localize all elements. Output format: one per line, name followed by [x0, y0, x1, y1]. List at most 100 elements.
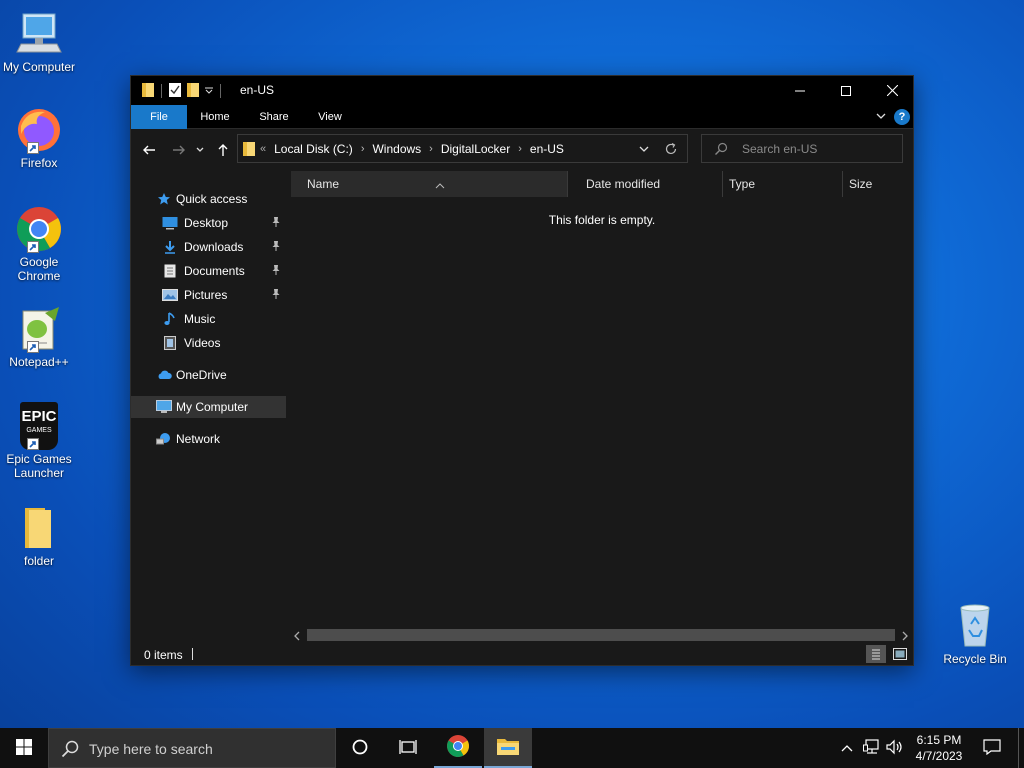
sidebar-item-documents[interactable]: Documents	[131, 260, 286, 282]
breadcrumb-local-disk[interactable]: Local Disk (C:)	[274, 142, 353, 156]
desktop-icon-recycle-bin[interactable]: Recycle Bin	[938, 602, 1012, 666]
desktop-icon-google-chrome[interactable]: Google Chrome	[2, 205, 76, 283]
address-bar[interactable]: « Local Disk (C:) › Windows › DigitalLoc…	[237, 134, 688, 163]
scrollbar-thumb[interactable]	[307, 629, 895, 641]
help-button[interactable]: ?	[894, 109, 910, 125]
pin-icon[interactable]	[271, 264, 281, 279]
close-button[interactable]	[869, 76, 915, 105]
status-divider	[192, 648, 193, 660]
notepad-plus-plus-icon	[15, 305, 63, 353]
customize-toolbar-icon[interactable]	[204, 84, 214, 98]
sidebar-item-quick-access[interactable]: Quick access	[131, 188, 286, 210]
breadcrumb-digitallocker[interactable]: DigitalLocker	[441, 142, 510, 156]
chrome-icon	[446, 734, 470, 761]
pin-icon[interactable]	[271, 216, 281, 231]
sidebar-item-videos[interactable]: Videos	[131, 332, 286, 354]
cortana-button[interactable]	[336, 728, 384, 768]
minimize-button[interactable]	[777, 76, 823, 105]
scroll-left-arrow-icon[interactable]	[293, 630, 301, 644]
tab-file[interactable]: File	[131, 105, 187, 129]
taskbar-clock[interactable]: 6:15 PM 4/7/2023	[910, 732, 968, 764]
desktop-icon-epic-games-launcher[interactable]: EPIC GAMES Epic Games Launcher	[2, 402, 76, 480]
desktop-icon-notepad-plus-plus[interactable]: Notepad++	[2, 305, 76, 369]
taskbar-search-box[interactable]: Type here to search	[48, 728, 336, 768]
navigation-pane: Quick access Desktop Downloads Documents…	[131, 171, 289, 649]
maximize-button[interactable]	[823, 76, 869, 105]
desktop-icon-firefox[interactable]: Firefox	[2, 106, 76, 170]
epic-logo: EPIC GAMES	[20, 402, 58, 450]
epic-games-icon: EPIC GAMES	[15, 402, 63, 450]
windows-logo-icon	[16, 738, 32, 758]
search-input[interactable]: Search en-US	[742, 142, 817, 156]
breadcrumb-separator[interactable]: ›	[518, 143, 522, 155]
search-box[interactable]: Search en-US	[701, 134, 903, 163]
desktop-icon-my-computer[interactable]: My Computer	[2, 10, 76, 74]
expand-ribbon-chevron-icon[interactable]	[875, 110, 887, 125]
tab-home[interactable]: Home	[189, 105, 241, 129]
address-history-chevron-icon[interactable]	[638, 143, 650, 158]
details-view-button[interactable]	[866, 645, 886, 663]
sidebar-item-pictures[interactable]: Pictures	[131, 284, 286, 306]
column-header-name[interactable]: Name	[291, 171, 567, 197]
desktop-icon-folder[interactable]: folder	[2, 504, 76, 568]
document-icon	[161, 262, 179, 280]
volume-button[interactable]	[884, 728, 906, 768]
network-ethernet-icon	[863, 738, 881, 758]
breadcrumb-windows[interactable]: Windows	[372, 142, 421, 156]
horizontal-scrollbar[interactable]	[291, 627, 913, 643]
pin-icon[interactable]	[271, 240, 281, 255]
recent-locations-button[interactable]	[193, 140, 207, 160]
breadcrumb-separator[interactable]: ›	[429, 143, 433, 155]
taskbar-chrome[interactable]	[434, 728, 482, 768]
folder-icon	[242, 141, 256, 160]
properties-icon[interactable]	[168, 82, 182, 101]
taskbar-search-input[interactable]: Type here to search	[89, 741, 213, 757]
sidebar-item-label: Downloads	[184, 240, 244, 254]
window-title: en-US	[240, 83, 275, 97]
network-status-button[interactable]	[860, 728, 884, 768]
breadcrumb-overflow[interactable]: «	[260, 143, 266, 155]
sidebar-item-network[interactable]: Network	[131, 428, 286, 450]
sidebar-item-label: My Computer	[176, 400, 249, 414]
start-button[interactable]	[0, 728, 48, 768]
sidebar-item-music[interactable]: Music	[131, 308, 286, 330]
column-header-label: Type	[729, 177, 756, 191]
tab-view[interactable]: View	[307, 105, 353, 129]
scroll-right-arrow-icon[interactable]	[901, 630, 909, 644]
pin-icon[interactable]	[271, 288, 281, 303]
large-icons-view-button[interactable]	[890, 645, 910, 663]
back-button[interactable]	[139, 140, 159, 160]
sidebar-item-downloads[interactable]: Downloads	[131, 236, 286, 258]
computer-icon	[155, 398, 173, 416]
status-bar: 0 items	[131, 643, 913, 665]
folder-icon	[141, 82, 155, 101]
desktop-icon-label: folder	[23, 554, 55, 568]
sidebar-item-desktop[interactable]: Desktop	[131, 212, 286, 234]
sidebar-item-my-computer[interactable]: My Computer	[131, 396, 286, 418]
show-desktop-button[interactable]	[1018, 728, 1024, 768]
item-count: 0 items	[144, 648, 183, 662]
up-button[interactable]	[213, 140, 233, 160]
breadcrumb-en-us[interactable]: en-US	[530, 142, 564, 156]
show-hidden-icons-button[interactable]	[836, 728, 858, 768]
column-header-label: Date modified	[586, 177, 661, 191]
action-center-button[interactable]	[978, 728, 1006, 768]
refresh-icon[interactable]	[664, 142, 678, 159]
tab-share[interactable]: Share	[249, 105, 299, 129]
video-film-icon	[161, 334, 179, 352]
column-header-date-modified[interactable]: Date modified	[567, 171, 722, 197]
sidebar-item-label: OneDrive	[176, 368, 227, 382]
recycle-bin-icon	[951, 602, 999, 650]
sidebar-item-onedrive[interactable]: OneDrive	[131, 364, 286, 386]
forward-button[interactable]	[169, 140, 189, 160]
network-icon	[155, 430, 173, 448]
task-view-button[interactable]	[384, 728, 432, 768]
file-list[interactable]: Name Date modified Type Size This folder…	[291, 171, 913, 649]
column-header-type[interactable]: Type	[722, 171, 842, 197]
breadcrumb-separator[interactable]: ›	[361, 143, 365, 155]
taskbar-file-explorer[interactable]	[484, 728, 532, 768]
new-folder-icon[interactable]	[186, 82, 200, 101]
file-explorer-window[interactable]: en-US File Home Share View ? « Local Dis…	[130, 75, 914, 666]
column-header-size[interactable]: Size	[842, 171, 913, 197]
title-bar[interactable]: en-US	[131, 76, 913, 105]
